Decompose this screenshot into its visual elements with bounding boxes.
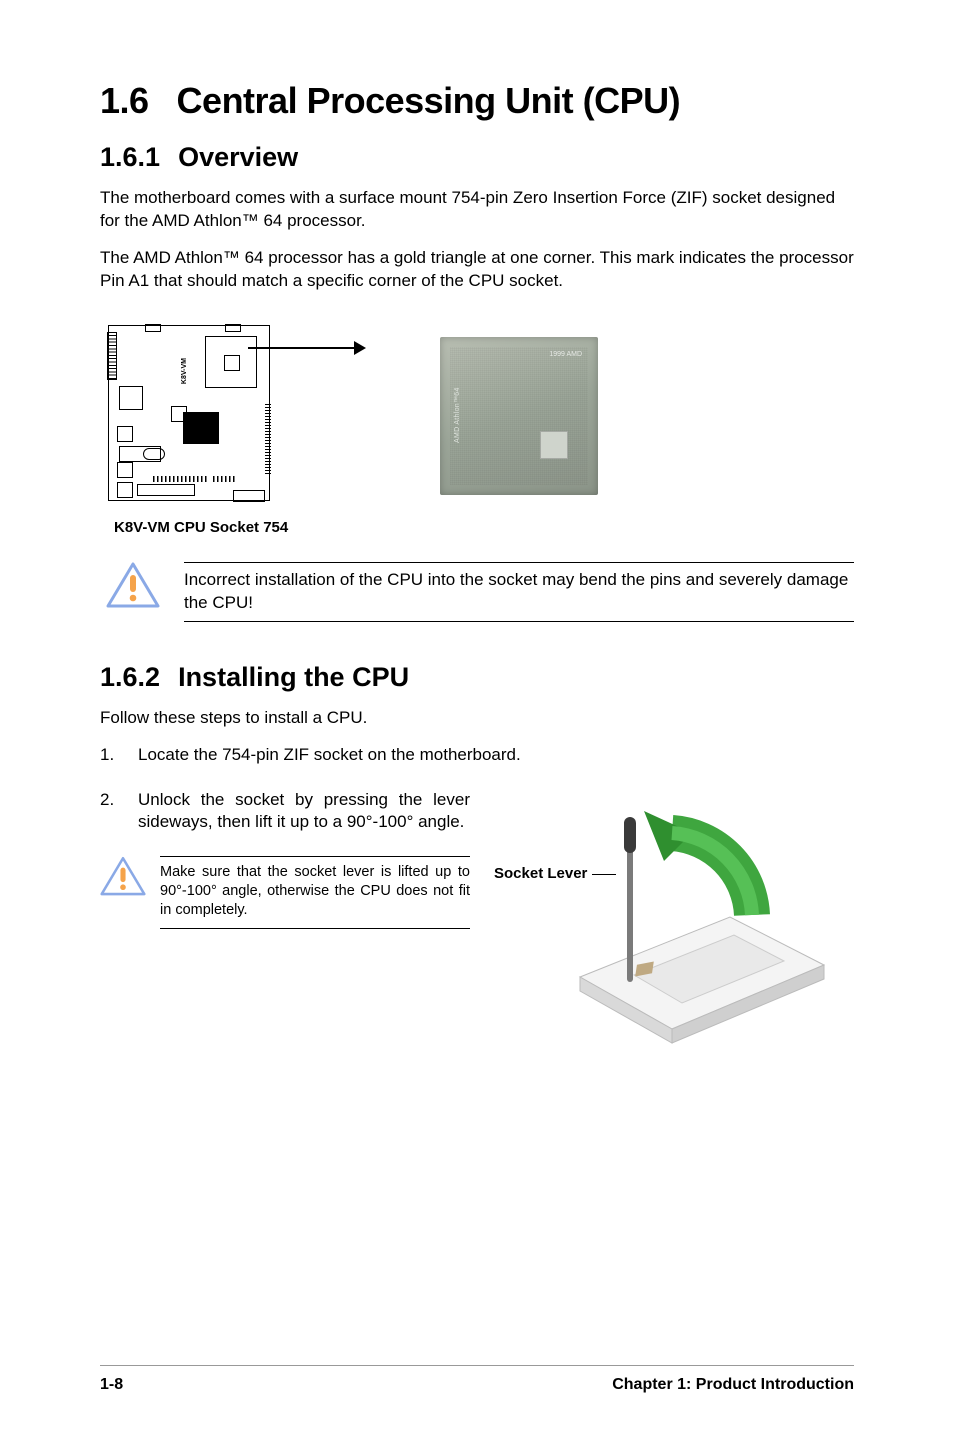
page-footer: 1-8 Chapter 1: Product Introduction (100, 1365, 854, 1394)
cpu-side-marking: AMD Athlon™64 (454, 387, 462, 443)
label-leader-line (592, 874, 616, 876)
section-title: Overview (178, 142, 298, 172)
warning-text: Incorrect installation of the CPU into t… (184, 569, 854, 622)
warning-icon (106, 562, 160, 610)
section-number: 1.6.1 (100, 142, 160, 173)
arrow-line (248, 347, 358, 349)
overview-paragraph-2: The AMD Athlon™ 64 processor has a gold … (100, 247, 854, 293)
section-install-heading: 1.6.2 Installing the CPU (100, 662, 854, 693)
socket-lever-figure: Socket Lever (494, 789, 854, 1059)
install-intro: Follow these steps to install a CPU. (100, 707, 854, 730)
figure-row: K8V-VM 1999 AMD AMD Athlon™64 (100, 321, 854, 511)
warning-box: Incorrect installation of the CPU into t… (106, 562, 854, 622)
heading-title: Central Processing Unit (CPU) (177, 80, 681, 121)
motherboard-diagram: K8V-VM (100, 321, 280, 511)
step-1: 1. Locate the 754-pin ZIF socket on the … (100, 744, 854, 767)
socket-lever-label: Socket Lever (494, 865, 587, 882)
section-title: Installing the CPU (178, 662, 409, 692)
cpu-socket-icon (205, 336, 257, 388)
heading-number: 1.6 (100, 80, 149, 122)
step-number: 2. (100, 789, 122, 835)
step-2: 2. Unlock the socket by pressing the lev… (100, 789, 470, 835)
socket-illustration (494, 789, 854, 1059)
board-model-label: K8V-VM (181, 358, 188, 384)
page-number: 1-8 (100, 1376, 123, 1394)
page-heading: 1.6 Central Processing Unit (CPU) (100, 80, 854, 122)
figure-caption: K8V-VM CPU Socket 754 (114, 519, 854, 536)
step-number: 1. (100, 744, 122, 767)
cpu-photo: 1999 AMD AMD Athlon™64 (440, 337, 598, 495)
section-overview-heading: 1.6.1 Overview (100, 142, 854, 173)
cpu-top-marking: 1999 AMD (549, 351, 582, 359)
section-number: 1.6.2 (100, 662, 160, 693)
warning-icon (100, 856, 146, 898)
mini-warning-text: Make sure that the socket lever is lifte… (160, 856, 470, 929)
step-text: Unlock the socket by pressing the lever … (138, 789, 470, 835)
chapter-label: Chapter 1: Product Introduction (612, 1376, 854, 1394)
arrow-head-icon (354, 341, 366, 355)
step-text: Locate the 754-pin ZIF socket on the mot… (138, 744, 854, 767)
mini-warning-box: Make sure that the socket lever is lifte… (100, 856, 470, 929)
cpu-die-icon (540, 431, 568, 459)
overview-paragraph-1: The motherboard comes with a surface mou… (100, 187, 854, 233)
